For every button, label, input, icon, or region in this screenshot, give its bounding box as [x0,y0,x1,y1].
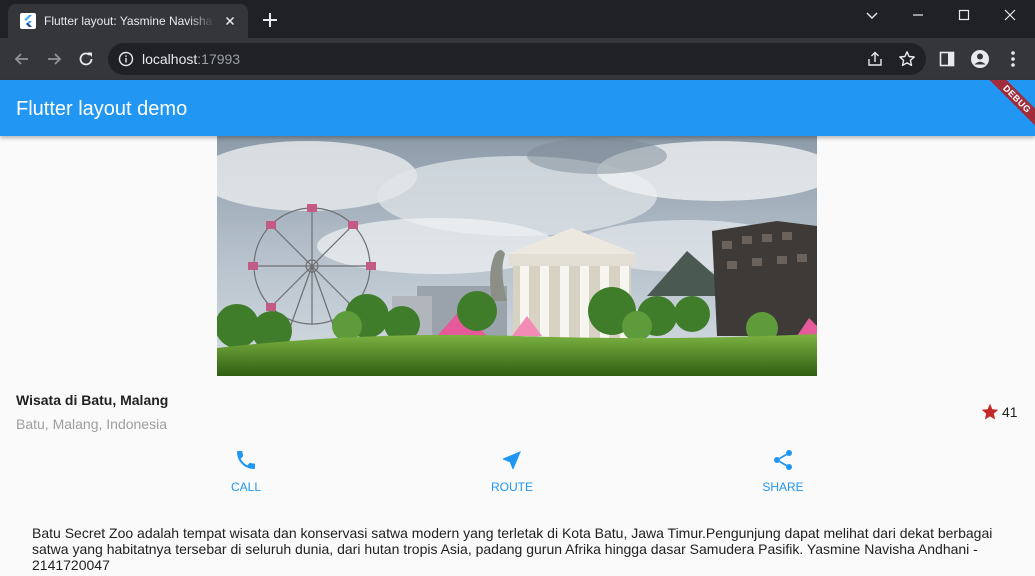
chevron-down-icon [866,12,878,19]
place-subtitle: Batu, Malang, Indonesia [16,416,167,432]
minimize-icon [913,14,923,16]
place-title: Wisata di Batu, Malang [16,392,169,408]
call-button[interactable]: CALL [206,448,286,496]
flutter-favicon-icon [20,13,36,29]
forward-button[interactable] [42,47,66,71]
app-title: Flutter layout demo [16,98,188,120]
info-icon[interactable] [118,51,134,67]
browser-menu-button[interactable] [1003,49,1023,69]
maximize-button[interactable] [941,0,987,30]
close-icon [1004,9,1016,21]
title-section: Wisata di Batu, Malang Batu, Malang, Ind… [16,392,1019,436]
share-icon [774,450,792,470]
avatar-icon [971,50,989,68]
close-window-button[interactable] [987,0,1033,30]
reload-icon [79,52,93,66]
side-panel-icon [939,51,955,67]
more-vertical-icon [1011,51,1015,67]
browser-tab-strip: Flutter layout: Yasmine Navisha Andhani [0,0,1035,38]
url-text[interactable]: localhost:17993 [142,51,240,67]
arrow-right-icon [48,53,62,65]
route-button[interactable]: ROUTE [472,448,552,496]
near-me-icon [503,451,521,469]
rating-count: 41 [1002,404,1018,420]
side-panel-button[interactable] [937,49,957,69]
minimize-button[interactable] [895,0,941,30]
reload-button[interactable] [74,47,98,71]
new-tab-icon[interactable] [260,10,280,30]
back-button[interactable] [10,47,34,71]
share-label: SHARE [762,480,804,494]
bookmark-star-icon[interactable] [898,50,916,68]
share-button[interactable]: SHARE [743,448,823,496]
app-bar: Flutter layout demo DEBUG [0,80,1035,136]
browser-toolbar: localhost:17993 [0,38,1035,80]
browser-tab[interactable]: Flutter layout: Yasmine Navisha Andhani [8,4,248,38]
tab-search-button[interactable] [849,0,895,30]
url-port: :17993 [197,51,241,67]
maximize-icon [958,9,970,21]
close-tab-icon[interactable] [222,13,238,29]
phone-icon [237,451,255,469]
hero-image [217,136,817,376]
url-host: localhost [142,51,198,67]
call-label: CALL [230,480,262,494]
share-page-icon[interactable] [866,50,884,68]
tab-title: Flutter layout: Yasmine Navisha Andhani [44,14,214,28]
arrow-left-icon [14,53,28,65]
debug-banner: DEBUG [980,80,1035,136]
description-text: Batu Secret Zoo adalah tempat wisata dan… [32,525,993,573]
address-bar[interactable]: localhost:17993 [108,43,926,75]
route-label: ROUTE [491,480,533,494]
profile-button[interactable] [970,49,990,69]
star-icon [981,403,999,420]
